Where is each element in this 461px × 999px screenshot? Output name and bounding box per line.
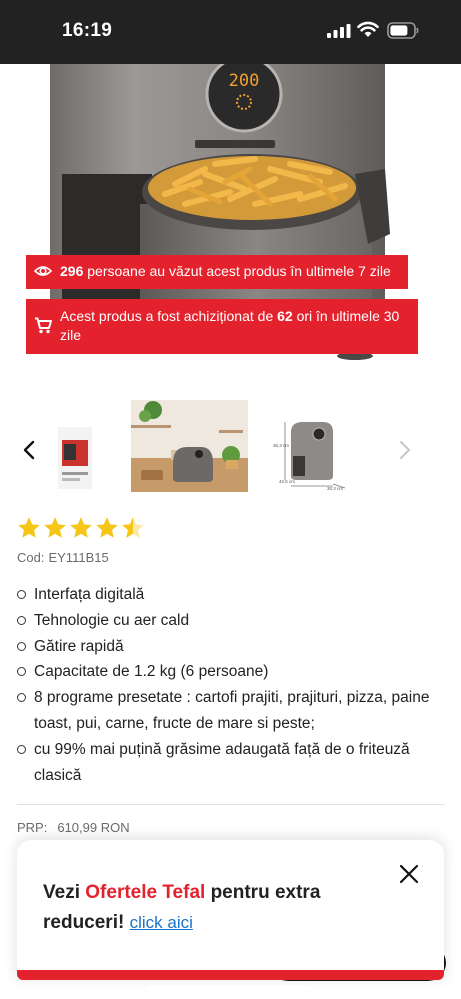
- feature-item: Capacitate de 1.2 kg (6 persoane): [17, 659, 447, 685]
- feature-list: Interfața digitală Tehnologie cu aer cal…: [17, 582, 447, 788]
- views-text: persoane au văzut acest produs în ultime…: [87, 263, 391, 279]
- promo-message: Vezi Ofertele Tefal pentru extra reducer…: [43, 878, 383, 938]
- star-icon: [16, 515, 42, 541]
- thumbnail-carousel: 36,3 cm 42,5 cm 30,3 cm: [0, 395, 461, 505]
- kitchen-scene-thumbnail[interactable]: [131, 400, 248, 492]
- shopping-cart-icon: [35, 317, 52, 334]
- star-icon: [94, 515, 120, 541]
- close-icon[interactable]: [399, 864, 419, 884]
- purchases-prefix: Acest produs a fost achiziționat de: [60, 308, 274, 324]
- promo-accent-bar: [17, 970, 444, 980]
- recommended-price: PRP: 610,99 RON: [17, 820, 130, 835]
- feature-item: 8 programe presetate : cartofi prajiti, …: [17, 685, 447, 737]
- price-label: PRP:: [17, 820, 48, 835]
- eye-icon: [34, 266, 52, 276]
- product-code: Cod: EY111B15: [17, 550, 109, 565]
- product-box-thumbnail[interactable]: [58, 400, 92, 492]
- status-bar: 16:19: [0, 0, 461, 64]
- purchases-count: 62: [277, 308, 293, 324]
- star-icon: [68, 515, 94, 541]
- dimensions-drawing-thumbnail[interactable]: 36,3 cm 42,5 cm 30,3 cm: [271, 400, 347, 492]
- views-count: 296: [60, 263, 84, 279]
- home-indicator[interactable]: [147, 985, 310, 990]
- feature-item: Gătire rapidă: [17, 634, 447, 660]
- chevron-right-icon[interactable]: [398, 440, 412, 460]
- cellular-signal-icon: [327, 24, 351, 38]
- dimension-width-label: 42,5 cm: [279, 479, 295, 484]
- dimension-height-label: 36,3 cm: [273, 443, 289, 448]
- wifi-icon: [357, 21, 379, 37]
- product-code-label: Cod:: [17, 550, 45, 565]
- price-value: 610,99 RON: [57, 820, 130, 835]
- promo-text-before: Vezi: [43, 882, 80, 903]
- battery-icon: [387, 22, 419, 39]
- promo-link[interactable]: click aici: [130, 913, 193, 932]
- status-time: 16:19: [62, 20, 113, 41]
- feature-item: cu 99% mai puțină grăsime adaugată față …: [17, 737, 447, 789]
- purchases-banner: Acest produs a fost achiziționat de 62 o…: [26, 299, 418, 354]
- star-rating: [16, 515, 146, 541]
- chevron-left-icon[interactable]: [22, 440, 36, 460]
- views-banner: 296 persoane au văzut acest produs în ul…: [26, 255, 408, 289]
- feature-item: Interfața digitală: [17, 582, 447, 608]
- star-icon: [42, 515, 68, 541]
- section-divider: [17, 804, 445, 805]
- dimension-depth-label: 30,3 cm: [327, 486, 343, 491]
- promo-brand-text: Ofertele Tefal: [85, 882, 206, 903]
- product-code-value: EY111B15: [48, 550, 109, 565]
- feature-item: Tehnologie cu aer cald: [17, 608, 447, 634]
- half-star-icon: [120, 515, 146, 541]
- promo-popup: Vezi Ofertele Tefal pentru extra reducer…: [17, 840, 444, 980]
- display-readout: 200: [229, 71, 260, 91]
